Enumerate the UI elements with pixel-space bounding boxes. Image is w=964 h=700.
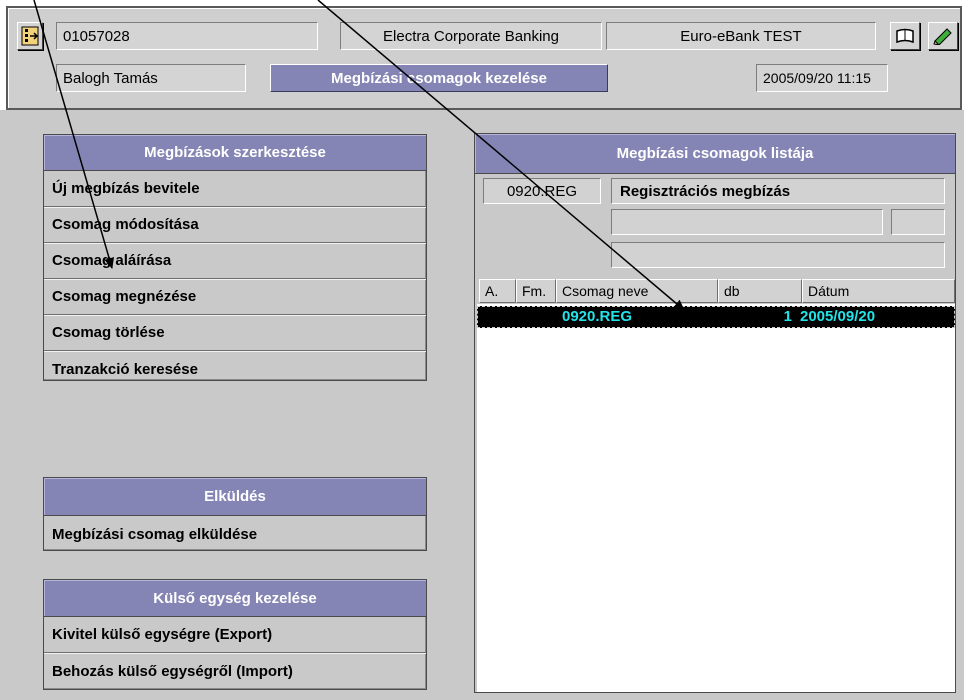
annotation-arrows — [33, 0, 685, 311]
arrow-to-sign-package — [33, 0, 115, 269]
arrow-to-package-row — [317, 0, 685, 311]
